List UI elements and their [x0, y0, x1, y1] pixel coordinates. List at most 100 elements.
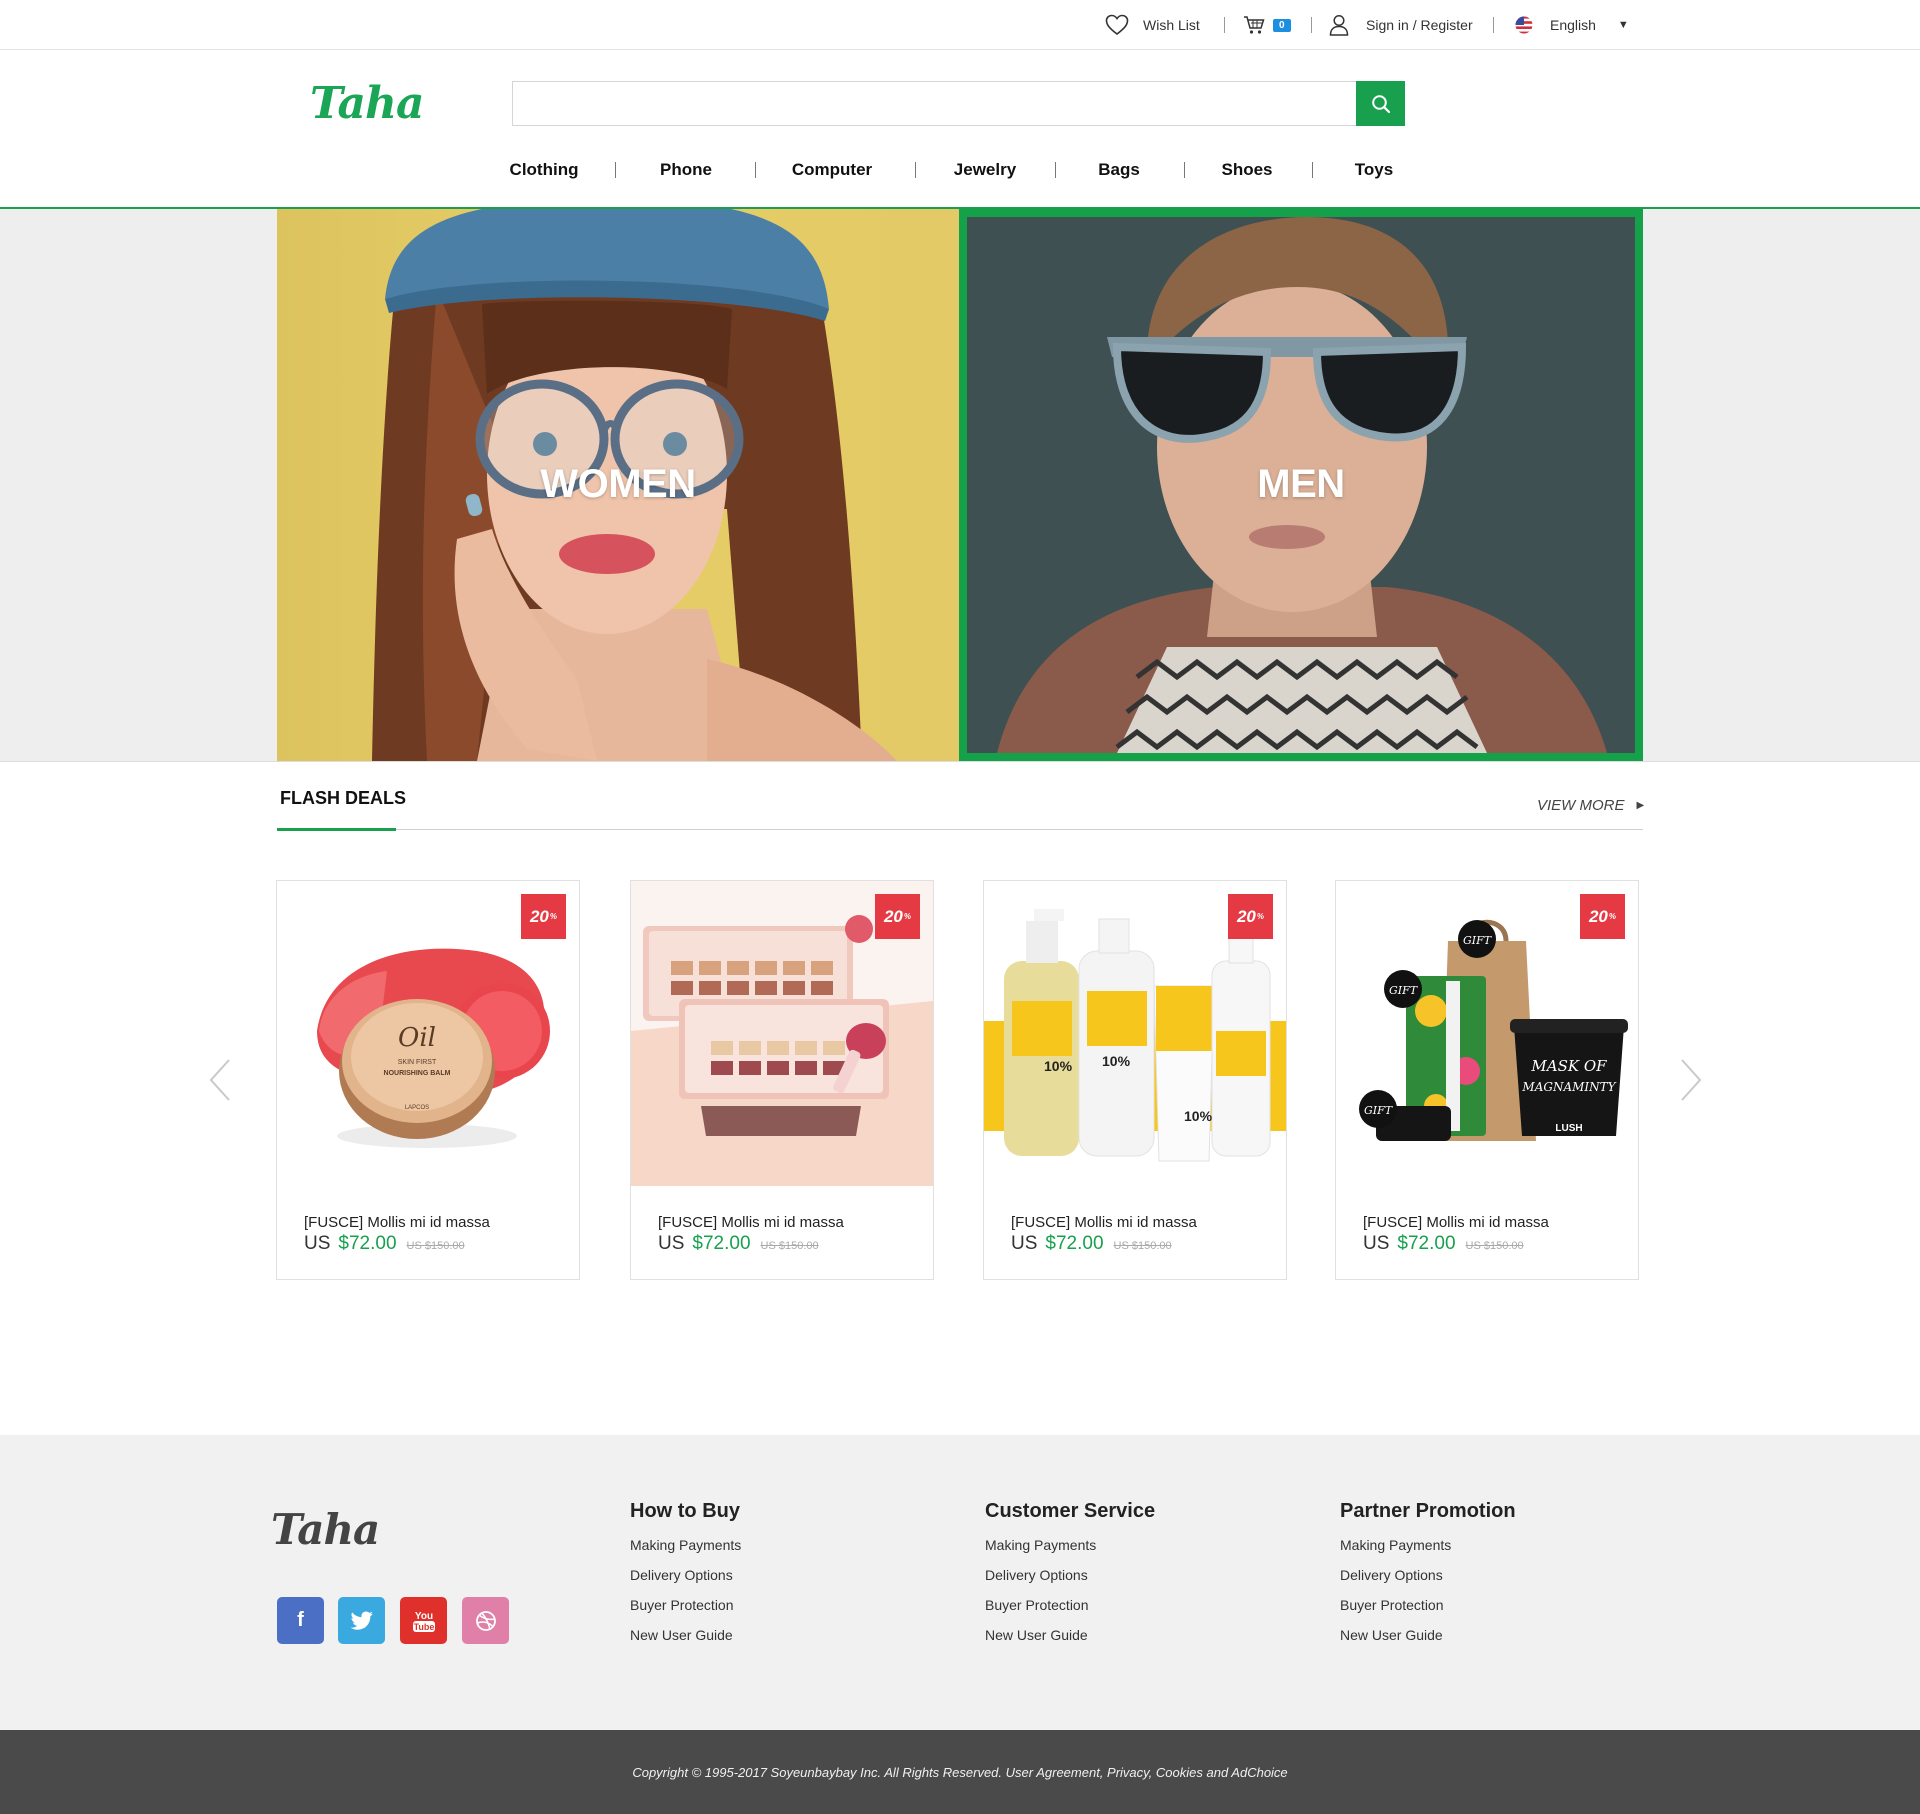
product-name: [FUSCE] Mollis mi id massa: [304, 1214, 490, 1231]
footer-link[interactable]: Delivery Options: [630, 1565, 741, 1595]
search-button[interactable]: [1356, 81, 1405, 126]
copyright-text: Copyright © 1995-2017 Soyeunbaybay Inc. …: [632, 1764, 1288, 1780]
product-name: [FUSCE] Mollis mi id massa: [1363, 1214, 1549, 1231]
topbar-divider: [1493, 17, 1494, 33]
product-old-price: US $150.00: [406, 1240, 465, 1252]
view-more-label: VIEW MORE: [1537, 797, 1625, 814]
svg-text:You: You: [414, 1611, 432, 1622]
svg-text:MAGNAMINTY: MAGNAMINTY: [1521, 1080, 1616, 1094]
nav-item-toys[interactable]: Toys: [1355, 150, 1393, 190]
nav-divider: [1055, 162, 1056, 178]
search-input[interactable]: [512, 81, 1356, 126]
cart-count-badge: 0: [1273, 18, 1291, 32]
nav-divider: [755, 162, 756, 178]
nav-item-shoes[interactable]: Shoes: [1221, 150, 1272, 190]
carousel-prev-button[interactable]: [205, 1050, 235, 1110]
svg-text:10%: 10%: [1184, 1108, 1213, 1124]
product-price: $72.00: [1397, 1233, 1456, 1254]
language-selector[interactable]: English ▼: [1515, 0, 1629, 50]
svg-text:Tube: Tube: [413, 1622, 434, 1632]
footer-logo[interactable]: Taha: [271, 1505, 380, 1554]
footer-column-customer-service: Customer Service Making Payments Deliver…: [985, 1500, 1155, 1655]
svg-text:GIFT: GIFT: [1389, 984, 1419, 997]
footer-link[interactable]: Making Payments: [985, 1535, 1155, 1565]
footer-link[interactable]: New User Guide: [985, 1625, 1155, 1655]
top-bar: Wish List 0 Sign in / Register English ▼: [0, 0, 1920, 50]
product-card[interactable]: MASK OF MAGNAMINTY LUSH GIFT GIFT GIFT 2…: [1335, 880, 1639, 1280]
youtube-icon: YouTube: [412, 1611, 435, 1632]
product-old-price: US $150.00: [1465, 1240, 1524, 1252]
user-icon: [1329, 14, 1349, 36]
product-price: $72.00: [338, 1233, 397, 1254]
wishlist-label: Wish List: [1143, 17, 1200, 33]
product-card[interactable]: Oil SKIN FIRST NOURISHING BALM LAPCOS 20…: [276, 880, 580, 1280]
price-currency: US: [1011, 1233, 1038, 1254]
footer-column-title: How to Buy: [630, 1500, 740, 1522]
facebook-icon: f: [297, 1609, 304, 1631]
footer-link[interactable]: New User Guide: [1340, 1625, 1516, 1655]
flash-deals-title: FLASH DEALS: [280, 788, 406, 808]
facebook-button[interactable]: f: [277, 1597, 324, 1644]
product-card[interactable]: 10% 10% 10% 20% [FUSCE] Mollis mi id mas…: [983, 880, 1287, 1280]
product-price-row: US $72.00 US $150.00: [1363, 1233, 1524, 1255]
nav-item-phone[interactable]: Phone: [660, 150, 712, 190]
price-currency: US: [658, 1233, 685, 1254]
nav-item-clothing[interactable]: Clothing: [510, 150, 579, 190]
nav-item-bags[interactable]: Bags: [1098, 150, 1140, 190]
view-more-link[interactable]: VIEW MORE ▶: [1537, 797, 1644, 814]
hero-women-banner[interactable]: WOMEN: [277, 209, 959, 761]
topbar-divider: [1224, 17, 1225, 33]
category-nav: Clothing Phone Computer Jewelry Bags Sho…: [0, 150, 1920, 190]
us-flag-icon: [1515, 16, 1533, 34]
hero-men-banner[interactable]: MEN: [959, 209, 1643, 761]
price-currency: US: [1363, 1233, 1390, 1254]
discount-badge: 20%: [1580, 894, 1625, 939]
svg-text:LUSH: LUSH: [1555, 1123, 1582, 1134]
cart-icon: [1244, 16, 1265, 34]
chevron-down-icon: ▼: [1617, 19, 1629, 31]
svg-text:10%: 10%: [1102, 1053, 1131, 1069]
footer-link[interactable]: Making Payments: [1340, 1535, 1516, 1565]
discount-badge: 20%: [521, 894, 566, 939]
hero-women-label: WOMEN: [540, 462, 696, 506]
cart-link[interactable]: 0: [1243, 0, 1291, 50]
flash-deals-divider: [277, 829, 1643, 830]
twitter-button[interactable]: [338, 1597, 385, 1644]
footer-link[interactable]: Making Payments: [630, 1535, 741, 1565]
carousel-next-button[interactable]: [1676, 1050, 1706, 1110]
nav-item-computer[interactable]: Computer: [792, 150, 872, 190]
svg-text:Oil: Oil: [398, 1023, 436, 1053]
caret-right-icon: ▶: [1636, 800, 1645, 811]
flash-deals-accent: [277, 828, 396, 831]
nav-divider: [1184, 162, 1185, 178]
footer-link[interactable]: New User Guide: [630, 1625, 741, 1655]
heart-icon: [1105, 14, 1129, 36]
nav-item-jewelry[interactable]: Jewelry: [954, 150, 1016, 190]
youtube-button[interactable]: You Tube: [400, 1597, 447, 1644]
search-icon: [1371, 94, 1390, 113]
product-old-price: US $150.00: [1113, 1240, 1172, 1252]
product-price-row: US $72.00 US $150.00: [658, 1233, 819, 1255]
footer: [0, 1435, 1920, 1730]
footer-link[interactable]: Buyer Protection: [1340, 1595, 1516, 1625]
footer-link[interactable]: Delivery Options: [1340, 1565, 1516, 1595]
product-card[interactable]: 20% [FUSCE] Mollis mi id massa US $72.00…: [630, 880, 934, 1280]
footer-column-how-to-buy: How to Buy Making Payments Delivery Opti…: [630, 1500, 741, 1655]
product-name: [FUSCE] Mollis mi id massa: [658, 1214, 844, 1231]
footer-link[interactable]: Buyer Protection: [985, 1595, 1155, 1625]
product-name: [FUSCE] Mollis mi id massa: [1011, 1214, 1197, 1231]
footer-link[interactable]: Delivery Options: [985, 1565, 1155, 1595]
signin-link[interactable]: Sign in / Register: [1329, 0, 1473, 50]
discount-badge: 20%: [875, 894, 920, 939]
twitter-icon: [350, 1610, 373, 1630]
nav-divider: [615, 162, 616, 178]
footer-column-title: Partner Promotion: [1340, 1500, 1516, 1522]
footer-link[interactable]: Buyer Protection: [630, 1595, 741, 1625]
wishlist-link[interactable]: Wish List: [1105, 0, 1200, 50]
site-logo[interactable]: Taha: [310, 78, 425, 129]
language-label: English: [1550, 17, 1596, 33]
svg-text:SKIN FIRST: SKIN FIRST: [398, 1059, 437, 1066]
dribbble-button[interactable]: [462, 1597, 509, 1644]
footer-column-title: Customer Service: [985, 1500, 1156, 1522]
product-price-row: US $72.00 US $150.00: [1011, 1233, 1172, 1255]
